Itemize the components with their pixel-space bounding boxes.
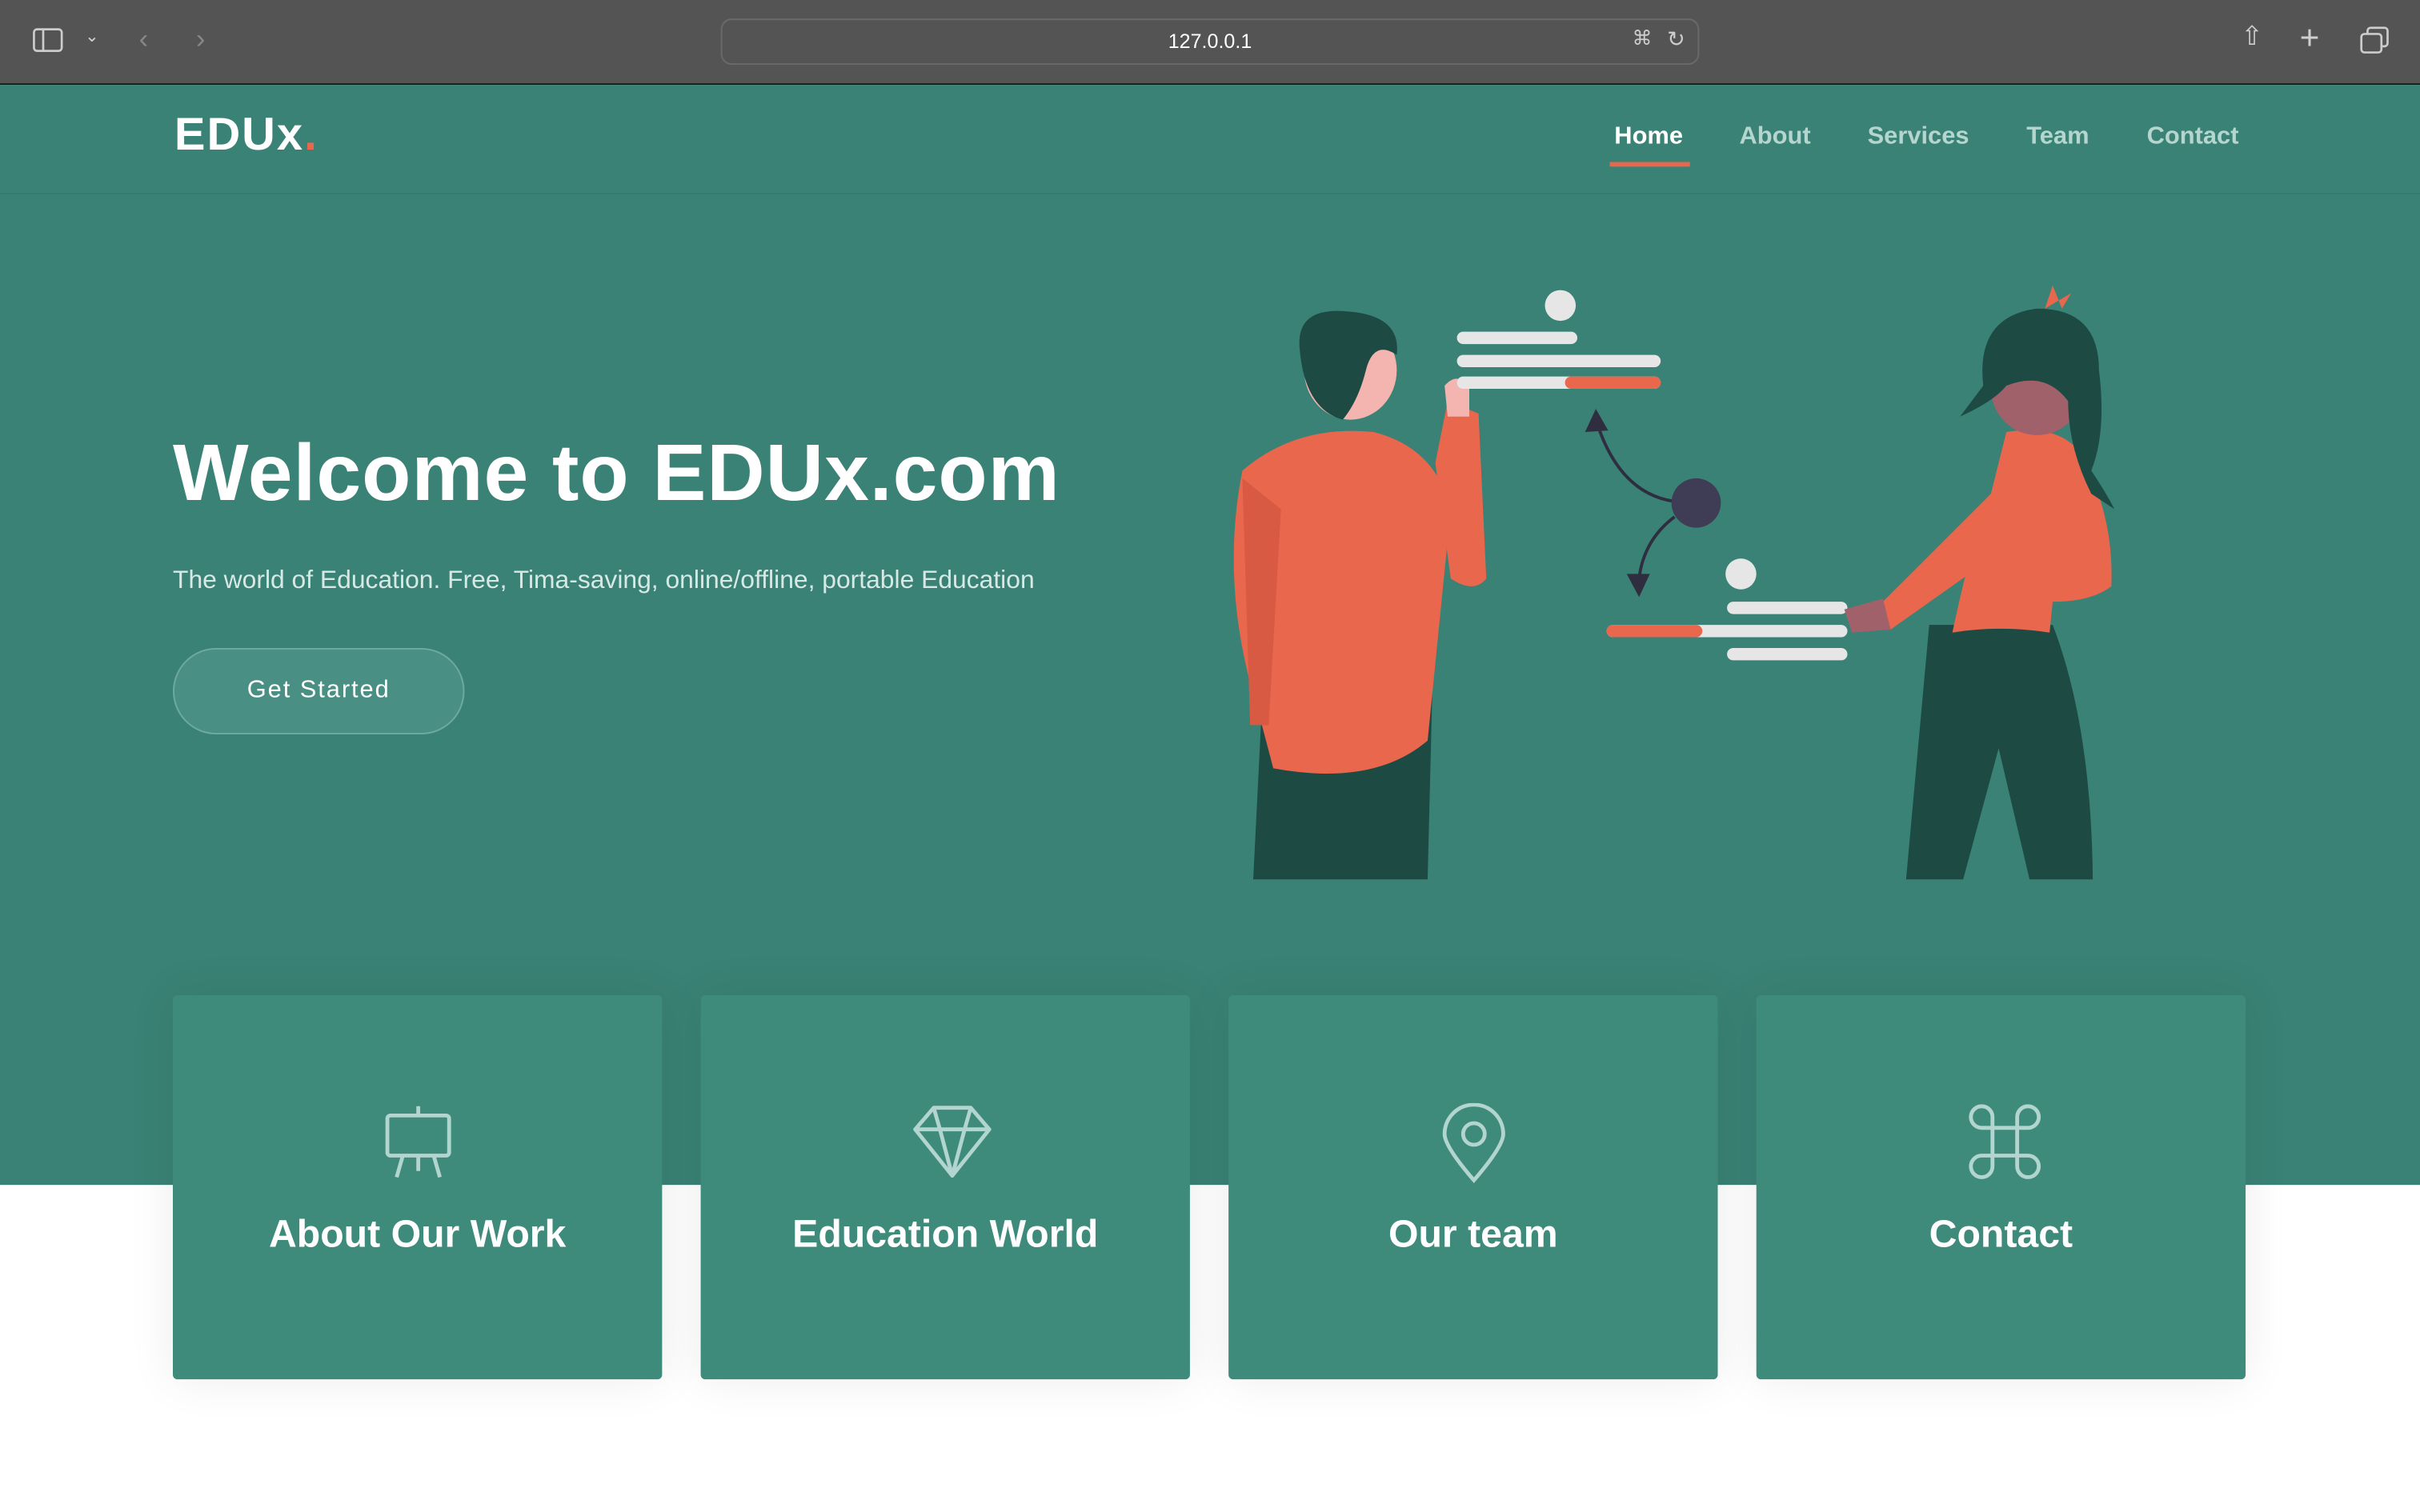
nav-team[interactable]: Team <box>2026 123 2089 151</box>
card-title: About Our Work <box>268 1212 567 1256</box>
new-tab-icon[interactable]: + <box>2300 18 2320 58</box>
navbar: EDUx. Home About Services Team Contact <box>0 85 2420 194</box>
easel-icon <box>385 1106 451 1178</box>
card-title: Our team <box>1388 1212 1558 1256</box>
logo[interactable]: EDUx. <box>174 110 319 162</box>
logo-dot: . <box>303 109 319 161</box>
nav-about[interactable]: About <box>1739 123 1810 151</box>
command-icon <box>1969 1104 2041 1179</box>
share-icon[interactable]: ⇧ <box>2241 22 2262 53</box>
hero-title: Welcome to EDUx.com <box>172 429 1060 518</box>
nav-home[interactable]: Home <box>1614 123 1683 151</box>
card-title: Education World <box>792 1212 1099 1256</box>
reload-icon[interactable]: ↻ <box>1664 26 1689 53</box>
address-bar[interactable]: 127.0.0.1 ⌘ ↻ <box>720 18 1700 65</box>
browser-toolbar: ⌄ ‹ › 127.0.0.1 ⌘ ↻ ⇧ + <box>0 0 2420 86</box>
chevron-down-icon[interactable]: ⌄ <box>85 26 99 46</box>
card-about-our-work[interactable]: About Our Work <box>172 994 663 1380</box>
active-nav-underline <box>1609 162 1690 167</box>
nav-contact[interactable]: Contact <box>2147 123 2239 151</box>
tabs-overview-icon[interactable] <box>2360 26 2391 54</box>
card-contact[interactable]: Contact <box>1756 994 2246 1380</box>
back-icon[interactable]: ‹ <box>139 23 149 55</box>
card-education-world[interactable]: Education World <box>700 994 1190 1380</box>
map-pin-icon <box>1442 1102 1505 1184</box>
translate-icon[interactable]: ⌘ <box>1627 26 1658 51</box>
get-started-button[interactable]: Get Started <box>172 647 465 734</box>
diamond-icon <box>913 1106 992 1178</box>
card-title: Contact <box>1929 1212 2073 1256</box>
hero-illustration <box>1233 285 2115 880</box>
logo-text: EDUx <box>174 109 304 161</box>
forward-icon[interactable]: › <box>196 23 206 55</box>
sidebar-icon[interactable] <box>32 28 63 53</box>
hero-subtitle: The world of Education. Free, Tima-savin… <box>172 566 1035 594</box>
nav-services[interactable]: Services <box>1868 123 1969 151</box>
card-our-team[interactable]: Our team <box>1228 994 1718 1380</box>
url-text: 127.0.0.1 <box>1168 29 1252 53</box>
